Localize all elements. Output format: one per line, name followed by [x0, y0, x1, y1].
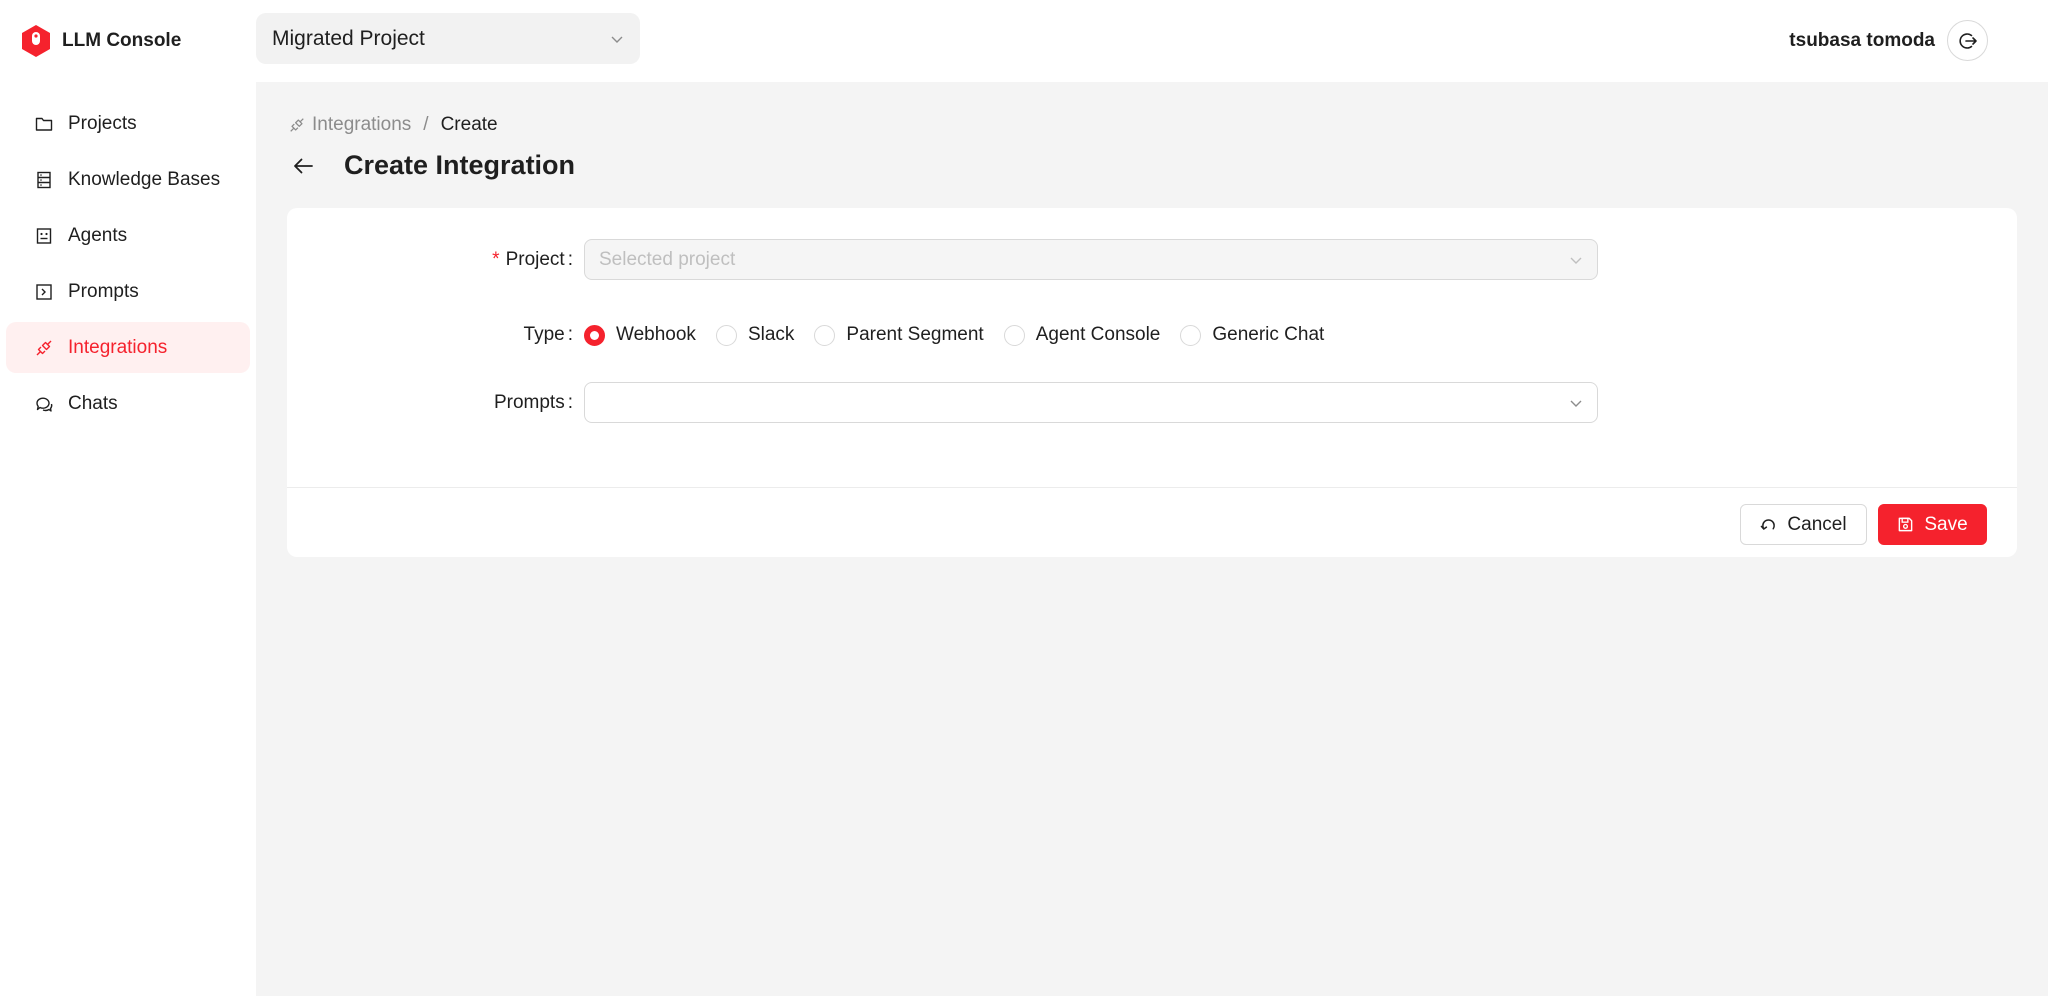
sidebar-item-prompts[interactable]: Prompts	[6, 266, 250, 317]
type-option-label: Webhook	[616, 324, 696, 345]
sidebar-item-chats[interactable]: Chats	[6, 378, 250, 429]
save-icon	[1898, 517, 1913, 532]
comments-icon	[36, 396, 53, 412]
user-name: tsubasa tomoda	[1789, 29, 1935, 51]
breadcrumb-parent-label: Integrations	[312, 114, 412, 135]
cancel-button-label: Cancel	[1787, 513, 1847, 535]
project-label: * Project:	[492, 249, 573, 270]
user-menu: tsubasa tomoda	[1789, 20, 1988, 61]
sidebar-item-label: Chats	[68, 392, 118, 414]
sidebar: Projects Knowledge Bases Agents Prompts	[0, 82, 256, 996]
required-mark: *	[492, 249, 500, 270]
chevron-down-icon	[611, 36, 623, 43]
database-icon	[37, 171, 51, 188]
type-option-label: Generic Chat	[1212, 324, 1325, 345]
type-option-slack[interactable]: Slack	[715, 324, 795, 346]
breadcrumb: Integrations / Create	[288, 114, 498, 136]
sidebar-item-integrations[interactable]: Integrations	[6, 322, 250, 373]
chevron-down-icon	[1570, 400, 1582, 407]
type-radio-group: Webhook Slack Parent Segment Agent Conso…	[584, 315, 1344, 355]
type-option-label: Agent Console	[1035, 324, 1161, 345]
save-button[interactable]: Save	[1878, 504, 1987, 545]
api-icon	[290, 118, 304, 132]
type-option-generic-chat[interactable]: Generic Chat	[1180, 324, 1324, 346]
top-header: LLM Console Migrated Project tsubasa tom…	[0, 0, 2048, 82]
type-label-wrap: Type:	[287, 315, 573, 355]
integration-form-card: * Project: Selected project Type: Webhook	[287, 208, 2017, 557]
page-header: Create Integration	[288, 150, 575, 181]
save-button-label: Save	[1924, 513, 1968, 535]
sidebar-item-projects[interactable]: Projects	[6, 98, 250, 149]
sidebar-item-label: Knowledge Bases	[68, 168, 221, 190]
radio-button[interactable]	[584, 324, 605, 346]
sidebar-item-label: Integrations	[68, 336, 168, 358]
type-option-webhook[interactable]: Webhook	[584, 324, 696, 346]
logout-button[interactable]	[1947, 20, 1988, 61]
radio-button[interactable]	[1003, 324, 1025, 346]
breadcrumb-separator: /	[423, 114, 429, 135]
sidebar-item-agents[interactable]: Agents	[6, 210, 250, 261]
folder-icon	[35, 117, 53, 131]
radio-button[interactable]	[1180, 324, 1202, 346]
robot-icon	[36, 227, 52, 244]
type-label: Type:	[523, 324, 573, 345]
api-icon	[36, 340, 52, 355]
logout-icon	[1958, 32, 1977, 49]
back-button[interactable]	[288, 151, 318, 181]
sidebar-item-knowledge-bases[interactable]: Knowledge Bases	[6, 154, 250, 205]
project-switcher-value: Migrated Project	[272, 26, 425, 50]
sidebar-item-label: Prompts	[68, 280, 139, 302]
code-square-icon	[36, 283, 52, 300]
project-switcher[interactable]: Migrated Project	[256, 13, 640, 64]
page-title: Create Integration	[344, 150, 576, 180]
radio-button[interactable]	[715, 324, 737, 346]
cancel-button[interactable]: Cancel	[1740, 504, 1867, 545]
brand[interactable]: LLM Console	[20, 24, 181, 58]
sidebar-item-label: Agents	[68, 224, 128, 246]
form-footer: Cancel Save	[287, 487, 2017, 557]
radio-button[interactable]	[814, 324, 836, 346]
project-select-placeholder: Selected project	[599, 248, 736, 270]
type-option-parent-segment[interactable]: Parent Segment	[814, 324, 984, 346]
type-option-agent-console[interactable]: Agent Console	[1003, 324, 1161, 346]
main-content: Integrations / Create Create Integration…	[256, 82, 2048, 996]
project-select[interactable]: Selected project	[584, 239, 1598, 280]
undo-icon	[1761, 519, 1776, 530]
form-body: * Project: Selected project Type: Webhook	[287, 208, 2017, 487]
prompts-label-wrap: Prompts:	[287, 383, 573, 423]
project-label-wrap: * Project:	[287, 240, 573, 280]
breadcrumb-integrations-link[interactable]: Integrations	[288, 114, 411, 136]
logo-icon	[22, 25, 50, 57]
prompts-select[interactable]	[584, 382, 1598, 423]
prompts-label: Prompts:	[493, 392, 573, 413]
chevron-down-icon	[1570, 257, 1582, 264]
type-option-label: Slack	[747, 324, 795, 345]
arrow-left-icon	[294, 158, 313, 173]
type-option-label: Parent Segment	[846, 324, 984, 345]
app-name: LLM Console	[62, 30, 182, 51]
breadcrumb-current: Create	[440, 114, 498, 135]
sidebar-item-label: Projects	[68, 112, 137, 134]
